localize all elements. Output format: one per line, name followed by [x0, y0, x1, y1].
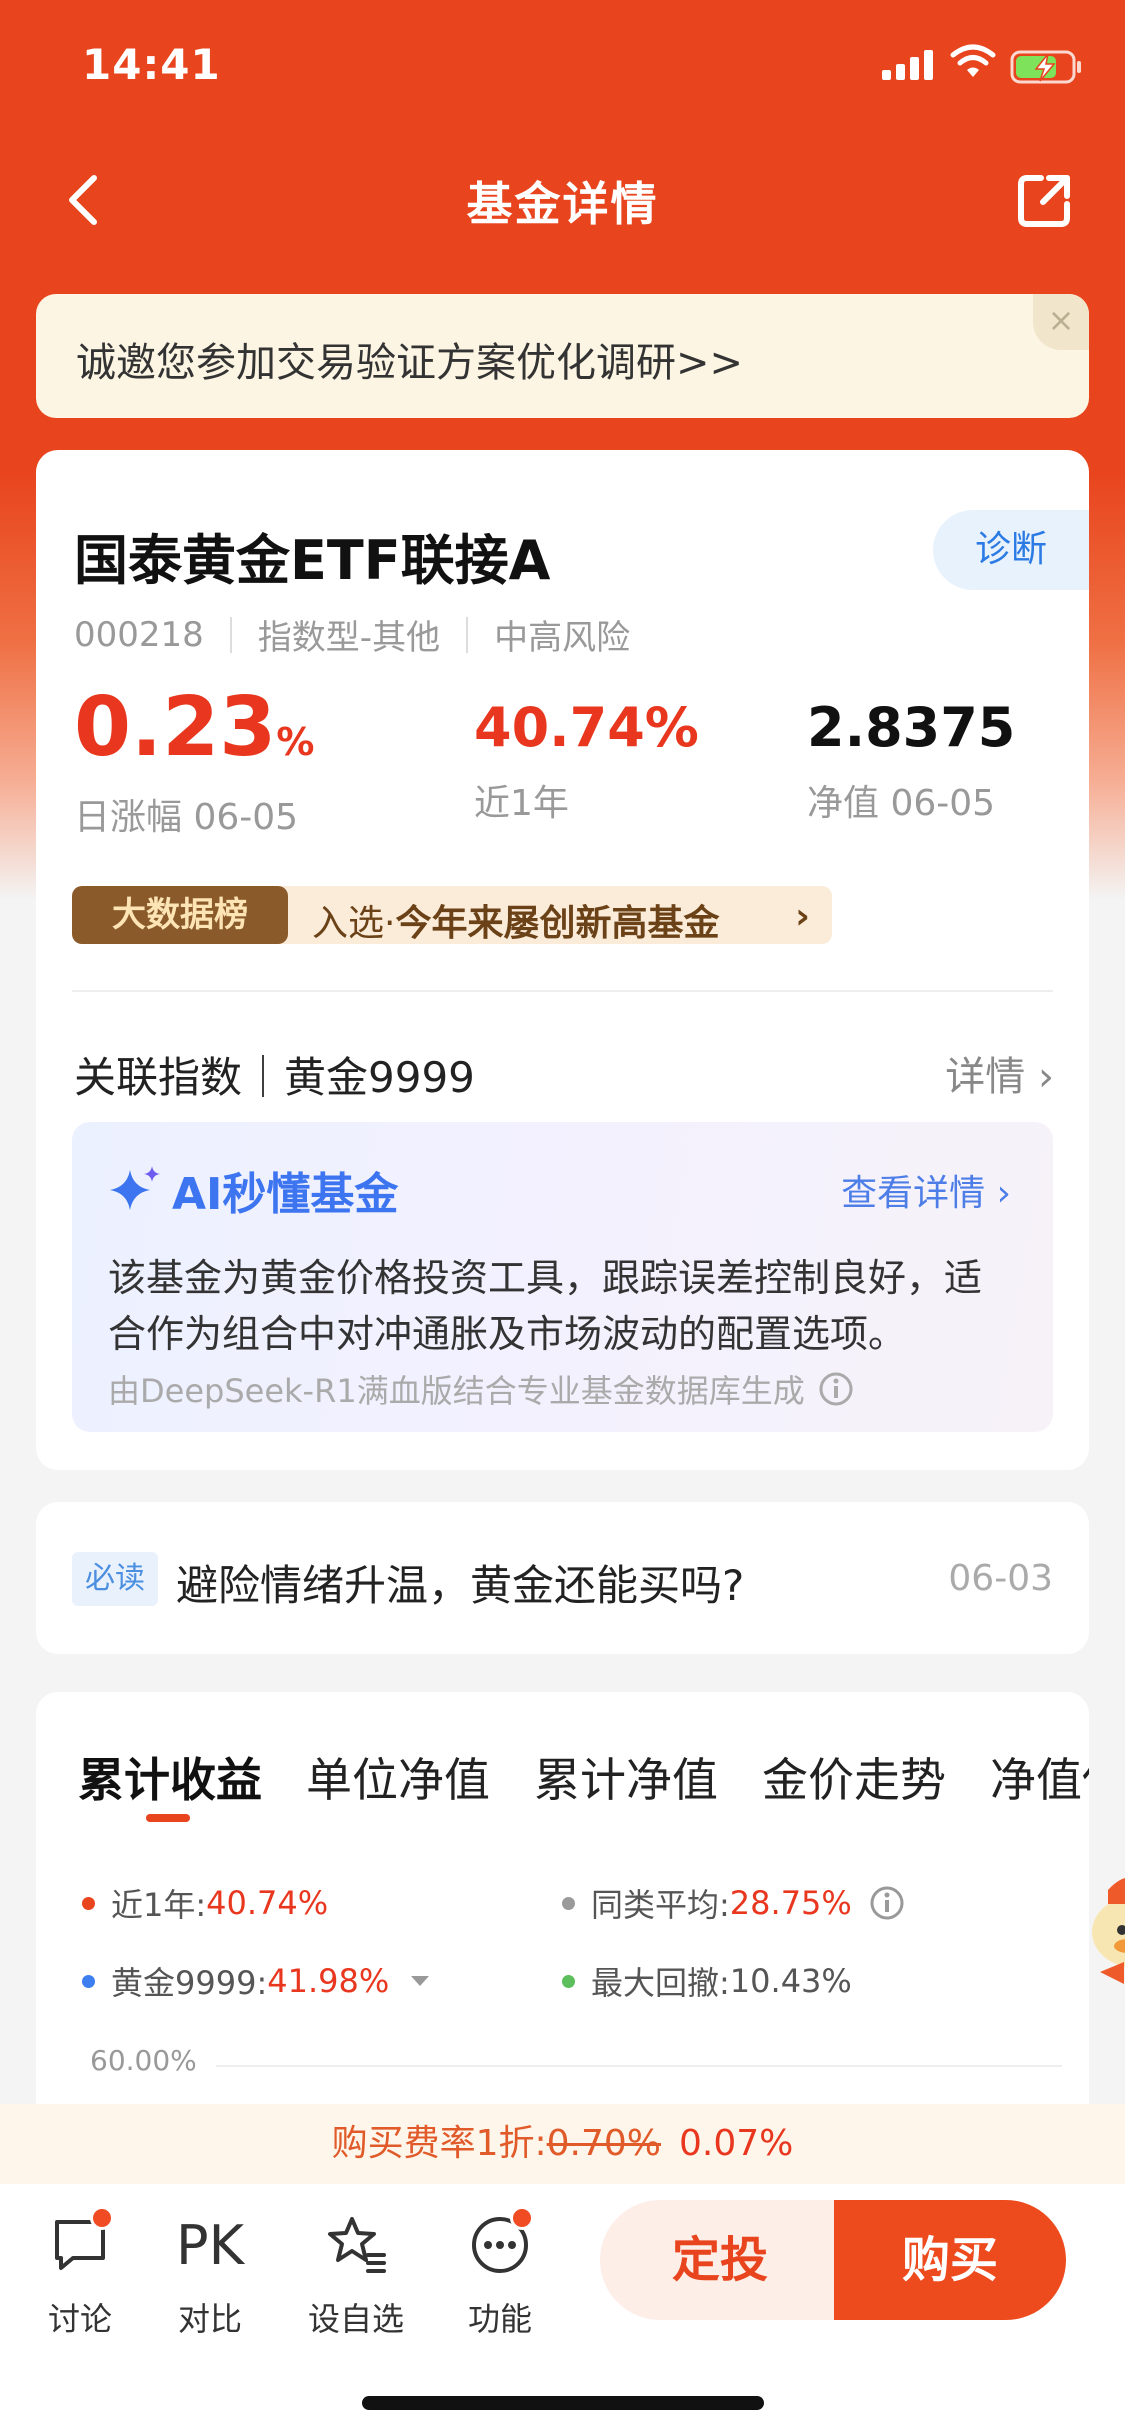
fee-discount-rate: 0.07% [679, 2123, 794, 2164]
legend-item-1y: 近1年: 40.74% [82, 1880, 328, 1926]
buy-button[interactable]: 购买 [834, 2200, 1066, 2320]
tab-cumulative-nav[interactable]: 累计净值 [534, 1753, 718, 1807]
fee-prefix: 购买费率1折: [331, 2123, 547, 2164]
auto-invest-button[interactable]: 定投 [600, 2200, 840, 2320]
news-title[interactable]: 避险情绪升温，黄金还能买吗? [176, 1552, 744, 1613]
status-time: 14:41 [82, 40, 221, 89]
ai-title: AI秒懂基金 [108, 1158, 398, 1222]
divider [229, 616, 232, 653]
fund-type: 指数型-其他 [257, 618, 441, 658]
news-date: 06-03 [948, 1558, 1053, 1599]
status-bar: 14:41 [0, 0, 1125, 140]
fund-name: 国泰黄金ETF联接A [74, 529, 551, 592]
compare-button[interactable]: PK 对比 [150, 2206, 270, 2340]
fund-risk: 中高风险 [494, 618, 631, 658]
add-watchlist-button[interactable]: 设自选 [296, 2206, 416, 2340]
fund-meta: 000218 指数型-其他 中高风险 [74, 610, 630, 659]
legend-dot [562, 1896, 575, 1910]
tab-unit-nav[interactable]: 单位净值 [306, 1753, 490, 1807]
bigdata-text: 入选·今年来屡创新高基金 [312, 903, 720, 944]
related-index-row[interactable]: 关联指数｜黄金9999 详情 › [74, 1020, 1054, 1120]
related-index-detail-link[interactable]: 详情 › [945, 1044, 1054, 1102]
legend-dot [562, 1974, 575, 1988]
daily-change-label: 日涨幅 06-05 [74, 797, 299, 838]
legend-item-peer-avg: 同类平均: 28.75% [562, 1880, 906, 1926]
chart-gridline [216, 2065, 1062, 2067]
year-return-metric: 40.74% 近1年 [474, 688, 699, 826]
related-index-label: 关联指数｜黄金9999 [74, 1053, 475, 1102]
caret-down-icon[interactable] [407, 1971, 433, 1991]
pk-icon: PK [176, 2213, 244, 2277]
notification-dot [510, 2206, 534, 2230]
chart-tabs: 累计收益单位净值累计净值金价走势净值估算 [78, 1744, 1089, 1810]
must-read-tag: 必读 [72, 1552, 158, 1606]
daily-change-metric: 0.23% 日涨幅 06-05 [74, 687, 315, 840]
nav-value: 2.8375 [807, 696, 1016, 759]
divider [72, 990, 1053, 992]
legend-item-max-drawdown: 最大回撤: 10.43% [562, 1958, 852, 2004]
diagnose-button[interactable]: 诊断 [933, 510, 1089, 590]
daily-change-unit: % [276, 720, 315, 764]
functions-button[interactable]: 功能 [440, 2206, 560, 2340]
discuss-button[interactable]: 讨论 [20, 2206, 140, 2340]
survey-banner[interactable]: 诚邀您参加交易验证方案优化调研>> × [36, 294, 1089, 418]
sparkle-icon [110, 1166, 160, 1210]
page-title: 基金详情 [466, 177, 659, 231]
legend-dot [82, 1896, 95, 1910]
share-icon[interactable] [1015, 170, 1075, 230]
ai-description: 该基金为黄金价格投资工具，跟踪误差控制良好，适合作为组合中对冲通胀及市场波动的配… [108, 1256, 983, 1356]
tab-cumulative-return[interactable]: 累计收益 [78, 1753, 262, 1807]
year-return-value: 40.74% [474, 696, 699, 759]
legend-item-gold9999[interactable]: 黄金9999: 41.98% [82, 1958, 433, 2004]
close-icon[interactable]: × [1033, 294, 1089, 350]
info-icon[interactable] [817, 1370, 855, 1408]
divider [466, 616, 469, 653]
fee-original-rate: 0.70% [546, 2123, 662, 2164]
legend-dot [82, 1974, 95, 1988]
wifi-icon [950, 44, 996, 77]
active-tab-indicator [146, 1814, 190, 1822]
survey-banner-text[interactable]: 诚邀您参加交易验证方案优化调研>> [76, 330, 743, 388]
year-return-label: 近1年 [474, 783, 569, 824]
ai-source-note: 由DeepSeek-R1满血版结合专业基金数据库生成 [108, 1366, 855, 1412]
y-axis-top-label: 60.00% [90, 2044, 197, 2077]
bigdata-tag: 大数据榜 [72, 886, 288, 944]
fund-code: 000218 [74, 614, 204, 655]
battery-icon [1010, 50, 1081, 84]
star-list-icon [328, 2217, 386, 2273]
ai-summary-box: AI秒懂基金 查看详情 › 该基金为黄金价格投资工具，跟踪误差控制良好，适合作为… [72, 1122, 1053, 1432]
chevron-right-icon: › [795, 896, 810, 937]
tab-gold-price[interactable]: 金价走势 [762, 1753, 946, 1807]
purchase-fee-notice: 购买费率1折:0.70% 0.07% [0, 2104, 1125, 2184]
must-read-news-card[interactable]: 必读 避险情绪升温，黄金还能买吗? 06-03 [36, 1502, 1089, 1654]
nav-label: 净值 06-05 [807, 783, 996, 824]
tab-nav-estimate[interactable]: 净值估算 [990, 1753, 1089, 1807]
ai-view-details-link[interactable]: 查看详情 › [841, 1164, 1011, 1216]
nav-bar: 基金详情 [0, 140, 1125, 260]
fund-summary-card: 国泰黄金ETF联接A 诊断 000218 指数型-其他 中高风险 0.23% 日… [36, 450, 1089, 1470]
bigdata-ranking-banner[interactable]: 大数据榜 入选·今年来屡创新高基金 › [72, 886, 832, 944]
info-icon[interactable] [868, 1884, 906, 1922]
notification-dot [90, 2206, 114, 2230]
signal-icon [882, 50, 933, 80]
mascot-assistant-icon[interactable] [1088, 1862, 1125, 1992]
daily-change-value: 0.23 [74, 680, 277, 775]
home-indicator[interactable] [362, 2396, 764, 2410]
nav-metric: 2.8375 净值 06-05 [807, 688, 1015, 826]
